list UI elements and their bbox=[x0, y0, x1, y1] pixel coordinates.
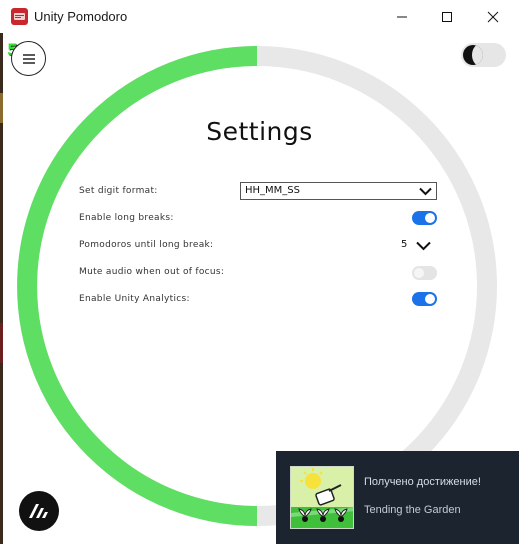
settings-heading: Settings bbox=[206, 117, 313, 146]
achievement-garden-icon bbox=[290, 466, 354, 529]
maximize-icon bbox=[442, 11, 452, 22]
notification-title: Получено достижение! bbox=[364, 476, 481, 488]
chevron-down-icon bbox=[416, 241, 431, 251]
half-moon-icon bbox=[463, 45, 483, 65]
long-breaks-label: Enable long breaks: bbox=[79, 213, 174, 223]
app-tomato-icon bbox=[11, 8, 28, 25]
digit-format-value: HH_MM_SS bbox=[245, 185, 300, 196]
digit-format-label: Set digit format: bbox=[79, 186, 158, 196]
title-bar[interactable]: Unity Pomodoro bbox=[0, 0, 519, 33]
window-title: Unity Pomodoro bbox=[34, 9, 128, 24]
logo-button[interactable] bbox=[19, 491, 59, 531]
toggle-knob bbox=[425, 294, 435, 304]
hamburger-icon bbox=[22, 53, 35, 64]
pomodoros-value: 5 bbox=[401, 239, 408, 250]
pomodoros-dropdown[interactable]: 5 bbox=[399, 237, 437, 254]
menu-button[interactable] bbox=[11, 41, 46, 76]
close-button[interactable] bbox=[470, 0, 516, 33]
chevron-down-icon bbox=[419, 187, 432, 196]
toggle-knob bbox=[425, 213, 435, 223]
long-breaks-toggle[interactable] bbox=[412, 211, 437, 225]
toggle-knob bbox=[414, 268, 424, 278]
mute-audio-label: Mute audio when out of focus: bbox=[79, 267, 225, 277]
analytics-label: Enable Unity Analytics: bbox=[79, 294, 190, 304]
maximize-button[interactable] bbox=[424, 0, 470, 33]
minimize-icon bbox=[397, 16, 407, 17]
achievement-notification[interactable]: Получено достижение! Tending the Garden bbox=[276, 451, 519, 544]
logo-icon bbox=[29, 504, 48, 518]
close-icon bbox=[487, 11, 499, 22]
pomodoros-label: Pomodoros until long break: bbox=[79, 240, 214, 250]
digit-format-dropdown[interactable]: HH_MM_SS bbox=[240, 182, 437, 200]
minimize-button[interactable] bbox=[379, 0, 425, 33]
app-window: Unity Pomodoro 55 Settings Set digit for… bbox=[0, 0, 519, 544]
achievement-name: Tending the Garden bbox=[364, 504, 461, 516]
theme-toggle[interactable] bbox=[461, 43, 506, 67]
mute-audio-toggle[interactable] bbox=[412, 266, 437, 280]
analytics-toggle[interactable] bbox=[412, 292, 437, 306]
